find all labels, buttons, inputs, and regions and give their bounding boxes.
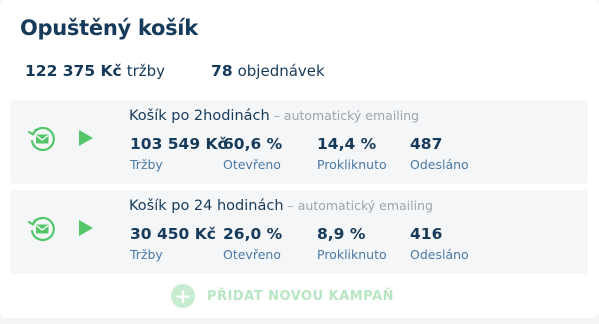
metric-sent: 487 Odesláno: [410, 135, 469, 172]
campaign-name[interactable]: Košík po 24 hodinách: [129, 198, 284, 214]
metric-value: 60,6 %: [223, 135, 283, 153]
metric-clicked: 8,9 % Prokliknuto: [317, 225, 387, 262]
metric-label: Prokliknuto: [317, 247, 387, 262]
metric-value: 8,9 %: [317, 225, 366, 243]
metric-label: Otevřeno: [223, 247, 281, 262]
metric-sent: 416 Odesláno: [410, 225, 469, 262]
summary-revenue-value: 122 375 Kč: [25, 62, 122, 80]
campaign-name[interactable]: Košík po 2hodinách: [129, 108, 270, 124]
abandoned-cart-card: Opuštěný košík 122 375 Kč tržby 78 objed…: [0, 0, 599, 318]
summary-revenue-label: tržby: [126, 62, 166, 80]
campaign-title[interactable]: Košík po 2hodinách – automatický emailing: [129, 108, 419, 124]
metric-value: 14,4 %: [317, 135, 377, 153]
summary-revenue: 122 375 Kč tržby: [25, 62, 165, 80]
metric-value: 103 549 Kč: [130, 135, 227, 153]
metric-label: Tržby: [130, 157, 163, 172]
add-campaign-label[interactable]: PŘIDAT NOVOU KAMPAŇ: [207, 289, 394, 304]
summary-orders: 78 objednávek: [211, 62, 325, 80]
summary-row: 122 375 Kč tržby 78 objednávek: [25, 62, 325, 80]
card-title: Opuštěný košík: [20, 16, 198, 40]
campaign-row[interactable]: Košík po 24 hodinách – automatický emaili…: [10, 190, 588, 274]
summary-orders-label: objednávek: [237, 62, 325, 80]
metric-opened: 26,0 % Otevřeno: [223, 225, 282, 262]
play-icon[interactable]: [79, 220, 93, 236]
metric-value: 487: [410, 135, 443, 153]
metric-opened: 60,6 % Otevřeno: [223, 135, 282, 172]
metric-label: Odesláno: [410, 247, 469, 262]
add-campaign-button[interactable]: + PŘIDAT NOVOU KAMPAŇ: [171, 284, 394, 308]
metric-label: Prokliknuto: [317, 157, 387, 172]
metric-label: Tržby: [130, 247, 163, 262]
auto-email-icon: [28, 216, 55, 242]
auto-email-icon: [28, 126, 55, 152]
metric-value: 416: [410, 225, 443, 243]
metric-revenue: 103 549 Kč Tržby: [130, 135, 227, 172]
metric-label: Otevřeno: [223, 157, 281, 172]
campaign-subtitle: – automatický emailing: [287, 198, 433, 213]
metric-label: Odesláno: [410, 157, 469, 172]
campaign-row[interactable]: Košík po 2hodinách – automatický emailing…: [10, 100, 588, 184]
metric-value: 30 450 Kč: [130, 225, 216, 243]
summary-orders-value: 78: [211, 62, 233, 80]
metric-value: 26,0 %: [223, 225, 283, 243]
campaign-title[interactable]: Košík po 24 hodinách – automatický emaili…: [129, 198, 433, 214]
metric-clicked: 14,4 % Prokliknuto: [317, 135, 387, 172]
plus-icon[interactable]: +: [171, 284, 195, 308]
play-icon[interactable]: [79, 130, 93, 146]
campaign-subtitle: – automatický emailing: [273, 108, 420, 123]
metric-revenue: 30 450 Kč Tržby: [130, 225, 216, 262]
